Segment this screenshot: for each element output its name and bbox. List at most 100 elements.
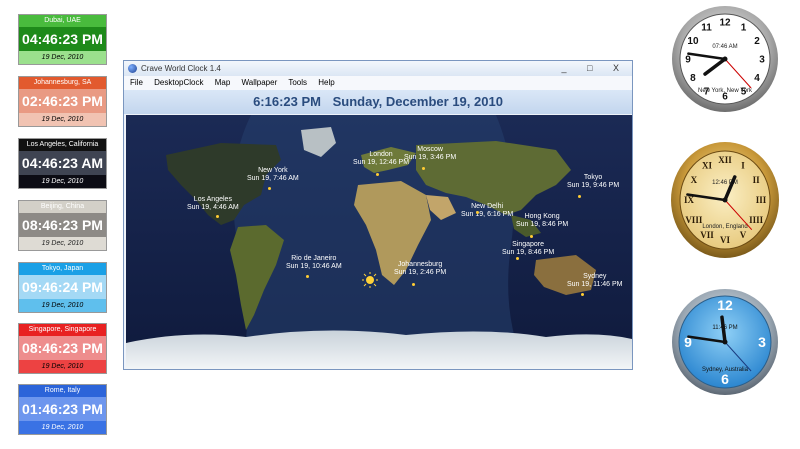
clock-center: [722, 339, 728, 345]
clock-numeral: I: [741, 161, 745, 171]
clock-numeral: 12: [717, 297, 733, 313]
widget-date: 19 Dec, 2010: [19, 51, 106, 64]
map-city: Sydney: [583, 273, 607, 280]
map-label-sydney[interactable]: Sydney Sun 19, 11:46 PM: [567, 273, 623, 289]
map-label-moscow[interactable]: Moscow Sun 19, 3:46 PM: [404, 146, 456, 162]
title-bar[interactable]: Crave World Clock 1.4 _ □ X: [124, 61, 632, 76]
world-map[interactable]: London Sun 19, 12:46 PM Moscow Sun 19, 3:4…: [126, 115, 632, 369]
clock-numeral: 8: [690, 73, 696, 84]
widget-date: 19 Dec, 2010: [19, 299, 106, 312]
clock-numeral: 12: [719, 18, 731, 29]
city-clock-widget[interactable]: Singapore, Singapore 08:46:23 PM 19 Dec,…: [18, 323, 107, 374]
analog-clock-sydney[interactable]: 12369 11:46 PM Sydney, Australia: [670, 287, 780, 397]
clock-city-label: Sydney, Australia: [702, 367, 749, 373]
map-city: New York: [258, 167, 288, 174]
map-city: Tokyo: [583, 174, 603, 181]
clock-numeral: 3: [759, 55, 765, 66]
map-label-singapore[interactable]: Singapore Sun 19, 8:46 PM: [502, 241, 554, 257]
map-label-tokyo[interactable]: Tokyo Sun 19, 9:46 PM: [567, 174, 619, 190]
city-marker: [412, 283, 415, 286]
main-clock-display: 6:16:23 PM Sunday, December 19, 2010: [124, 90, 632, 114]
map-time: Sun 19, 3:46 PM: [404, 154, 457, 161]
map-label-hong-kong[interactable]: Hong Kong Sun 19, 8:46 PM: [516, 213, 568, 229]
clock-city-label: London, England: [702, 224, 747, 230]
map-label-rio-de-janeiro[interactable]: Rio de Janeiro Sun 19, 10:46 AM: [286, 255, 342, 271]
menu-map[interactable]: Map: [215, 78, 231, 87]
city-marker: [216, 215, 219, 218]
analog-clock-new-york[interactable]: 12 1234567891011 07:46 AM New York, New Y…: [670, 4, 780, 114]
map-label-new-york[interactable]: New York Sun 19, 7:46 AM: [247, 167, 299, 183]
map-time: Sun 19, 11:46 PM: [567, 281, 623, 288]
clock-numeral: 11: [701, 22, 712, 33]
map-city: Hong Kong: [524, 213, 560, 220]
map-time: Sun 19, 8:46 PM: [502, 249, 555, 256]
city-marker: [578, 195, 581, 198]
widget-city-name: Beijing, China: [19, 201, 106, 213]
map-time: Sun 19, 7:46 AM: [247, 175, 299, 182]
clock-numeral: 3: [758, 334, 766, 350]
widget-time: 01:46:23 PM: [19, 397, 106, 421]
map-label-johannesburg[interactable]: Johannesburg Sun 19, 2:46 PM: [394, 261, 446, 277]
clock-numeral: VII: [700, 230, 714, 240]
clock-numeral: III: [756, 195, 767, 205]
antarctica: [126, 330, 632, 369]
city-clock-widget[interactable]: Tokyo, Japan 09:46:24 PM 19 Dec, 2010: [18, 262, 107, 313]
map-time: Sun 19, 6:16 PM: [461, 211, 514, 218]
menu-wallpaper[interactable]: Wallpaper: [242, 78, 278, 87]
main-date: Sunday, December 19, 2010: [332, 94, 503, 109]
widget-date: 19 Dec, 2010: [19, 360, 106, 373]
map-city: Johannesburg: [397, 261, 443, 268]
widget-date: 19 Dec, 2010: [19, 175, 106, 188]
widget-time: 09:46:24 PM: [19, 275, 106, 299]
widget-time: 08:46:23 PM: [19, 213, 106, 237]
city-clock-widget[interactable]: Johannesburg, SA 02:46:23 PM 19 Dec, 201…: [18, 76, 107, 127]
widget-city-name: Dubai, UAE: [19, 15, 106, 27]
clock-numeral: IIII: [749, 215, 764, 225]
clock-center: [722, 197, 728, 203]
app-globe-icon: [128, 64, 137, 73]
widget-date: 19 Dec, 2010: [19, 237, 106, 250]
map-time: Sun 19, 12:46 PM: [353, 159, 410, 166]
city-marker: [530, 235, 533, 238]
city-clock-widget[interactable]: Rome, Italy 01:46:23 PM 19 Dec, 2010: [18, 384, 107, 435]
window-title: Crave World Clock 1.4: [141, 64, 221, 73]
clock-numeral: VIII: [685, 215, 703, 225]
clock-numeral: 6: [721, 371, 729, 387]
analog-clock-london[interactable]: XIIIIIIIIIIIIVVIVIIVIIIIXXXI 12:46 PM Lo…: [670, 140, 780, 260]
map-label-london[interactable]: London Sun 19, 12:46 PM: [353, 151, 409, 167]
clock-numeral: 4: [754, 73, 760, 84]
widget-time: 08:46:23 PM: [19, 336, 106, 360]
map-city: Los Angeles: [193, 196, 232, 203]
map-label-new-delhi[interactable]: New Delhi Sun 19, 6:16 PM: [461, 203, 513, 219]
menu-tools[interactable]: Tools: [288, 78, 307, 87]
map-city: Rio de Janeiro: [291, 255, 337, 262]
city-marker: [268, 187, 271, 190]
city-marker: [422, 167, 425, 170]
widget-time: 04:46:23 PM: [19, 27, 106, 51]
map-time: Sun 19, 10:46 AM: [286, 263, 342, 270]
city-marker: [376, 173, 379, 176]
menu-file[interactable]: File: [130, 78, 143, 87]
world-clock-window: Crave World Clock 1.4 _ □ X File Desktop…: [123, 60, 633, 370]
widget-city-name: Los Angeles, California: [19, 139, 106, 151]
city-marker: [306, 275, 309, 278]
clock-numeral: X: [691, 175, 698, 185]
window-controls[interactable]: _ □ X: [562, 61, 628, 76]
widget-time: 02:46:23 PM: [19, 89, 106, 113]
menu-help[interactable]: Help: [318, 78, 334, 87]
clock-digital-time: 07:46 AM: [712, 44, 737, 50]
map-city: Moscow: [417, 146, 443, 153]
main-time: 6:16:23 PM: [253, 94, 321, 109]
map-city: New Delhi: [471, 203, 504, 210]
city-clock-widget[interactable]: Beijing, China 08:46:23 PM 19 Dec, 2010: [18, 200, 107, 251]
widget-date: 19 Dec, 2010: [19, 113, 106, 126]
clock-city-label: New York, New York: [698, 88, 753, 94]
clock-numeral: XII: [718, 155, 732, 165]
menu-desktopclock[interactable]: DesktopClock: [154, 78, 203, 87]
map-label-los-angeles[interactable]: Los Angeles Sun 19, 4:46 AM: [187, 196, 239, 212]
map-time: Sun 19, 4:46 AM: [187, 204, 239, 211]
map-city: Singapore: [512, 241, 545, 248]
city-clock-widget[interactable]: Los Angeles, California 04:46:23 AM 19 D…: [18, 138, 107, 189]
clock-numeral: VI: [720, 235, 730, 245]
city-clock-widget[interactable]: Dubai, UAE 04:46:23 PM 19 Dec, 2010: [18, 14, 107, 65]
